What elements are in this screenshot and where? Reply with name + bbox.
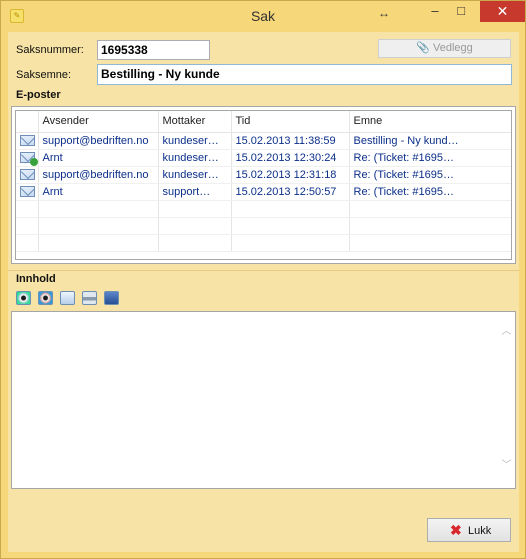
mail-icon <box>20 169 35 181</box>
mail-icon <box>20 135 35 147</box>
view-text-icon[interactable] <box>38 291 54 305</box>
content-scrollbar[interactable]: ︿ ﹀ <box>498 312 515 488</box>
view-html-icon[interactable] <box>16 291 31 305</box>
column-sender[interactable]: Avsender <box>38 111 159 133</box>
email-sender: support@bedriften.no <box>38 166 159 184</box>
email-sender: Arnt <box>38 149 159 167</box>
email-receiver: support… <box>158 183 232 201</box>
paperclip-icon: 📎 <box>416 42 430 54</box>
chevron-up-icon[interactable]: ︿ <box>501 327 512 337</box>
subject-field[interactable]: Bestilling - Ny kunde <box>97 64 512 85</box>
email-row[interactable]: Arnt kundeser… 15.02.2013 12:30:24 Re: (… <box>16 149 511 167</box>
subject-label: Saksemne: <box>16 69 72 81</box>
chevron-down-icon[interactable]: ﹀ <box>501 461 512 471</box>
email-receiver: kundeser… <box>158 132 232 150</box>
column-subject[interactable]: Emne <box>349 111 511 133</box>
copy-icon[interactable] <box>60 291 76 305</box>
window-title: Sak <box>250 8 276 24</box>
emails-table: Avsender Mottaker Tid Emne support@bedri… <box>16 111 511 252</box>
minimize-button[interactable]: – <box>427 1 443 22</box>
emails-list[interactable]: Avsender Mottaker Tid Emne support@bedri… <box>15 110 512 260</box>
content-section-title: Innhold <box>16 273 56 285</box>
email-row[interactable]: support@bedriften.no kundeser… 15.02.201… <box>16 132 511 150</box>
divider <box>8 270 519 271</box>
empty-row <box>16 200 511 218</box>
maximize-button[interactable]: □ <box>453 1 469 22</box>
column-time[interactable]: Tid <box>231 111 350 133</box>
content-toolbar <box>16 291 123 307</box>
window-close-button[interactable]: ✕ <box>480 1 525 22</box>
email-receiver: kundeser… <box>158 149 232 167</box>
email-sender: support@bedriften.no <box>38 132 159 150</box>
window: ✎ Sak ↔ – □ ✕ Saksnummer: 1695338 📎 Vedl… <box>0 0 526 559</box>
email-row[interactable]: Arnt support… 15.02.2013 12:50:57 Re: (T… <box>16 183 511 201</box>
empty-row <box>16 217 511 235</box>
email-subject: Bestilling - Ny kund… <box>349 132 511 150</box>
email-subject: Re: (Ticket: #1695… <box>349 149 511 167</box>
email-time: 15.02.2013 12:30:24 <box>231 149 350 167</box>
print-icon[interactable] <box>82 291 98 305</box>
resize-arrows-icon: ↔ <box>378 6 390 20</box>
close-button-label: Lukk <box>468 525 492 537</box>
email-subject: Re: (Ticket: #1695… <box>349 166 511 184</box>
email-time: 15.02.2013 12:31:18 <box>231 166 350 184</box>
dialog-body: Saksnummer: 1695338 📎 Vedlegg Saksemne: … <box>8 32 519 552</box>
email-time: 15.02.2013 12:50:57 <box>231 183 350 201</box>
emails-section-title: E-poster <box>16 89 61 101</box>
attachments-button[interactable]: 📎 Vedlegg <box>378 39 511 58</box>
empty-row <box>16 234 511 252</box>
email-time: 15.02.2013 11:38:59 <box>231 132 350 150</box>
mail-icon <box>20 186 35 198</box>
close-button[interactable]: ✖ Lukk <box>427 518 511 542</box>
case-number-label: Saksnummer: <box>16 44 84 56</box>
save-icon[interactable] <box>104 291 120 305</box>
content-viewer[interactable]: ︿ ﹀ <box>11 311 516 489</box>
red-x-icon: ✖ <box>450 522 462 538</box>
column-receiver[interactable]: Mottaker <box>158 111 232 133</box>
mail-reply-icon <box>20 152 37 165</box>
attachments-button-label: Vedlegg <box>433 42 473 54</box>
column-icon <box>16 111 39 133</box>
emails-header-row: Avsender Mottaker Tid Emne <box>16 111 511 133</box>
email-subject: Re: (Ticket: #1695… <box>349 183 511 201</box>
email-row[interactable]: support@bedriften.no kundeser… 15.02.201… <box>16 166 511 184</box>
case-number-field[interactable]: 1695338 <box>97 40 210 60</box>
email-receiver: kundeser… <box>158 166 232 184</box>
title-bar[interactable]: ✎ Sak ↔ – □ ✕ <box>1 1 525 31</box>
email-sender: Arnt <box>38 183 159 201</box>
emails-list-frame: Avsender Mottaker Tid Emne support@bedri… <box>11 106 516 264</box>
